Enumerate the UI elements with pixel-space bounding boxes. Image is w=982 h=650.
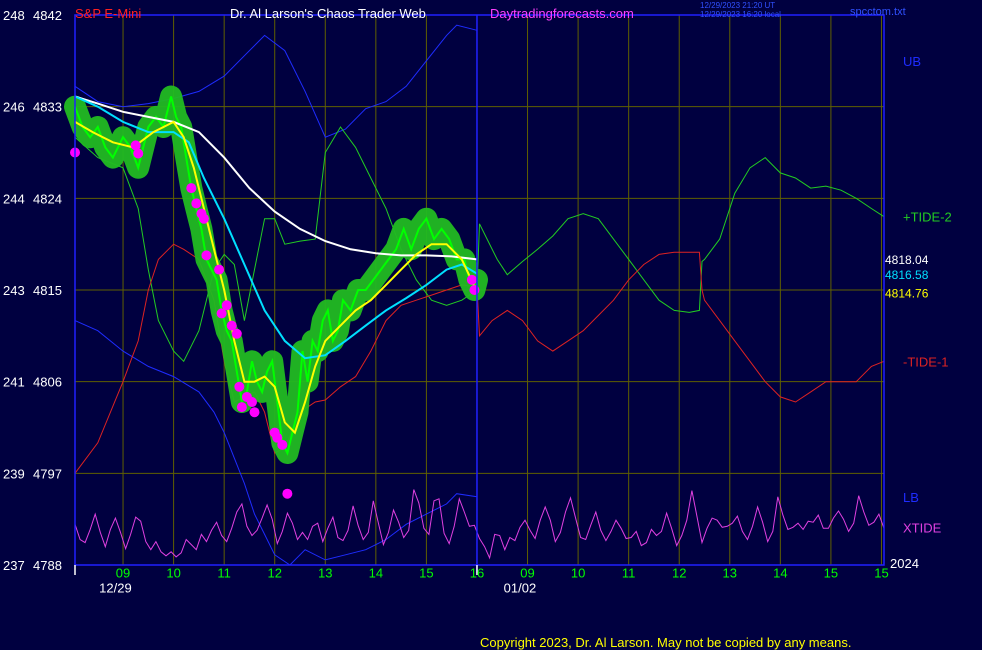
x-date-label: 01/02 <box>504 581 537 596</box>
x-date-label: 12/29 <box>99 581 132 596</box>
signal-dot <box>231 328 242 339</box>
last-value-label: 4816.58 <box>885 268 929 282</box>
signal-dot <box>246 397 257 408</box>
y-tick-label-left: 239 <box>3 466 25 481</box>
x-tick-label: 12 <box>672 566 686 581</box>
signal-dot <box>249 407 260 418</box>
series-label: UB <box>903 54 921 69</box>
x-tick-label: 09 <box>116 566 130 581</box>
series-label: XTIDE <box>903 520 942 535</box>
y-tick-label-left: 243 <box>3 283 25 298</box>
signal-dot <box>277 439 288 450</box>
x-tick-label: 15 <box>419 566 433 581</box>
y-tick-label-left: 244 <box>3 191 25 206</box>
x-tick-label: 11 <box>217 566 231 581</box>
signal-dot <box>133 148 144 159</box>
data-file-name: spcctom.txt <box>850 6 906 18</box>
last-value-label: 4818.04 <box>885 253 929 267</box>
copyright-notice: Copyright 2023, Dr. Al Larson. May not b… <box>480 635 851 650</box>
signal-dot <box>191 198 202 209</box>
x-tick-label: 09 <box>520 566 534 581</box>
signal-dot <box>221 300 232 311</box>
year-label: 2024 <box>890 556 919 571</box>
site-link[interactable]: Daytradingforecasts.com <box>490 6 634 21</box>
y-tick-label-right: 4788 <box>33 558 62 573</box>
signal-dot <box>186 183 197 194</box>
x-tick-label: 15 <box>824 566 838 581</box>
x-tick-label: 10 <box>571 566 585 581</box>
series-label: +TIDE-2 <box>903 210 952 225</box>
timestamp-ut: 12/29/2023 21:20 UT <box>700 1 775 10</box>
signal-dot <box>236 402 247 413</box>
signal-dot <box>214 264 225 275</box>
y-tick-label-left: 248 <box>3 8 25 23</box>
y-tick-label-left: 246 <box>3 100 25 115</box>
y-tick-label-left: 237 <box>3 558 25 573</box>
chaos-trader-chart: 237 4788 239 4797 241 4806 243 4815 244 4824 246 48… <box>0 0 982 650</box>
x-tick-label: 14 <box>369 566 383 581</box>
signal-dot <box>234 381 245 392</box>
y-tick-label-right: 4833 <box>33 100 62 115</box>
timestamp-local: 12/29/2023 16:20 local <box>700 10 781 19</box>
instrument-label: S&P E-Mini <box>75 6 141 21</box>
chart-title: Dr. Al Larson's Chaos Trader Web <box>230 6 426 21</box>
x-tick-label: 15 <box>874 566 888 581</box>
x-tick-label: 12 <box>267 566 281 581</box>
signal-dot <box>201 250 212 261</box>
signal-dot <box>466 274 477 285</box>
y-tick-label-left: 241 <box>3 375 25 390</box>
x-tick-label: 11 <box>622 566 636 581</box>
signal-dot <box>469 285 480 295</box>
signal-dot <box>282 488 293 499</box>
y-tick-label-right: 4797 <box>33 466 62 481</box>
y-tick-label-right: 4815 <box>33 283 62 298</box>
x-tick-label: 10 <box>166 566 180 581</box>
x-tick-label: 13 <box>723 566 737 581</box>
series-label: LB <box>903 490 919 505</box>
x-tick-label: 14 <box>773 566 787 581</box>
x-tick-label: 16 <box>470 566 484 581</box>
y-tick-label-right: 4806 <box>33 375 62 390</box>
series-label: -TIDE-1 <box>903 354 949 369</box>
y-tick-label-right: 4824 <box>33 191 62 206</box>
signal-dot <box>198 213 209 224</box>
x-tick-label: 13 <box>318 566 332 581</box>
last-value-label: 4814.76 <box>885 286 929 300</box>
y-tick-label-right: 4842 <box>33 8 62 23</box>
